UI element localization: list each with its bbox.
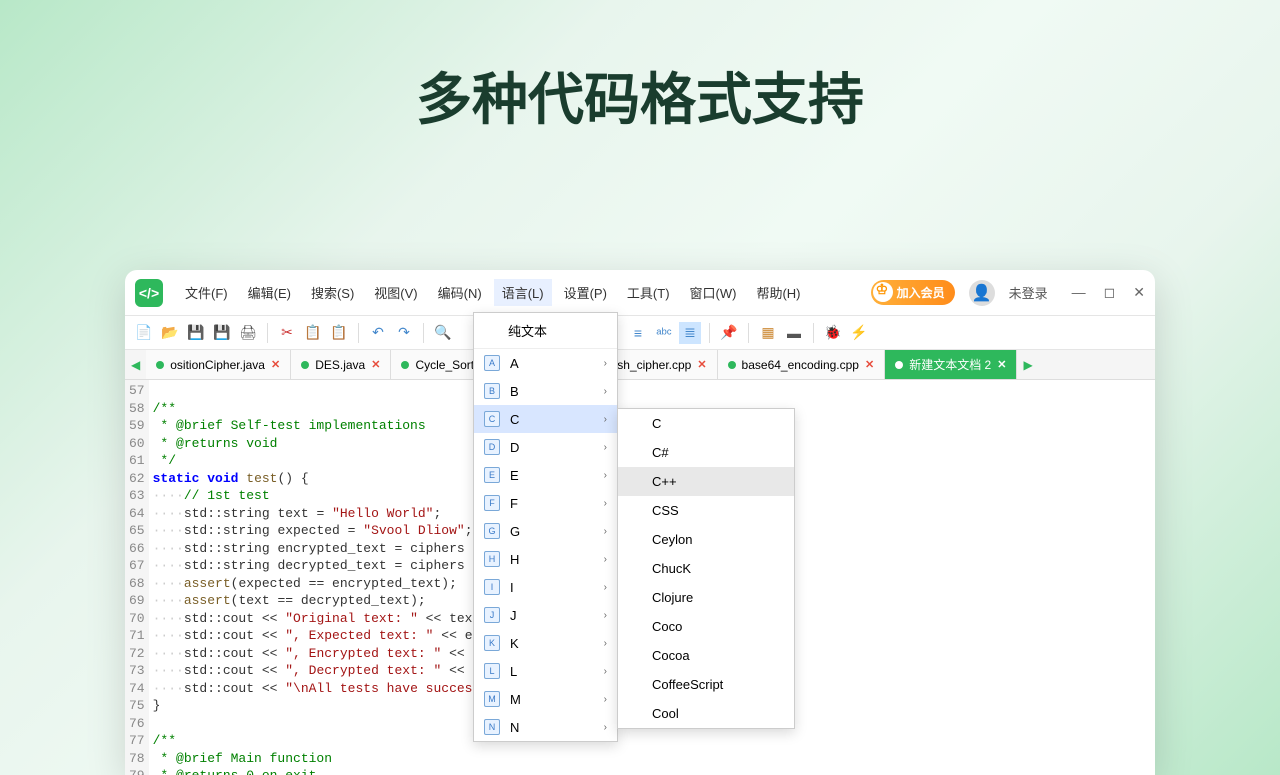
abc-icon[interactable]: ᵃᵇᶜ: [653, 322, 675, 344]
language-option[interactable]: CoffeeScript: [618, 670, 794, 699]
menu-item[interactable]: 编辑(E): [240, 279, 299, 306]
bug-icon[interactable]: 🐞: [822, 322, 844, 344]
menu-item[interactable]: 文件(F): [177, 279, 236, 306]
language-letter-I[interactable]: II›: [474, 573, 617, 601]
tabbar: ◀ ositionCipher.java✕DES.java✕Cycle_Sort…: [125, 350, 1155, 380]
menubar: 文件(F)编辑(E)搜索(S)视图(V)编码(N)语言(L)设置(P)工具(T)…: [177, 279, 809, 306]
language-option[interactable]: Clojure: [618, 583, 794, 612]
language-letter-C[interactable]: CC›: [474, 405, 617, 433]
avatar-icon[interactable]: 👤: [969, 280, 995, 306]
menu-item[interactable]: 编码(N): [430, 279, 490, 306]
menu-item[interactable]: 搜索(S): [303, 279, 362, 306]
save-all-icon[interactable]: 💾: [211, 322, 233, 344]
redo-icon[interactable]: ↷: [393, 322, 415, 344]
login-status[interactable]: 未登录: [1009, 283, 1048, 302]
language-option[interactable]: CSS: [618, 496, 794, 525]
language-menu: 纯文本 AA›BB›CC›DD›EE›FF›GG›HH›II›JJ›KK›LL›…: [473, 312, 618, 742]
tab-close-icon[interactable]: ✕: [697, 358, 706, 371]
tab-close-icon[interactable]: ✕: [271, 358, 280, 371]
language-letter-N[interactable]: NN›: [474, 713, 617, 741]
indent-icon[interactable]: ≣: [679, 322, 701, 344]
tab[interactable]: 新建文本文档 2✕: [885, 350, 1017, 379]
language-letter-M[interactable]: MM›: [474, 685, 617, 713]
paste-icon[interactable]: 📋: [328, 322, 350, 344]
save-icon[interactable]: 💾: [185, 322, 207, 344]
maximize-button[interactable]: ◻: [1104, 284, 1116, 301]
hero-title: 多种代码格式支持: [0, 55, 1280, 136]
tab-scroll-right[interactable]: ▶: [1017, 350, 1038, 379]
minimize-button[interactable]: —: [1072, 284, 1086, 301]
toolbar: 📄📂💾💾🖨✂📋📋↶↷🔍≡ᵃᵇᶜ≣📌▦▬🐞⚡: [125, 316, 1155, 350]
cut-icon[interactable]: ✂: [276, 322, 298, 344]
tab[interactable]: DES.java✕: [291, 350, 391, 379]
language-letter-L[interactable]: LL›: [474, 657, 617, 685]
close-button[interactable]: ✕: [1133, 284, 1145, 301]
open-icon[interactable]: 📂: [159, 322, 181, 344]
line-gutter: 57 58 59 60 61 62 63 64 65 66 67 68 69 7…: [125, 380, 149, 775]
language-option[interactable]: C: [618, 409, 794, 438]
list-icon[interactable]: ≡: [627, 322, 649, 344]
language-option[interactable]: Cool: [618, 699, 794, 728]
language-option[interactable]: C++: [618, 467, 794, 496]
copy-icon[interactable]: 📋: [302, 322, 324, 344]
language-option[interactable]: Coco: [618, 612, 794, 641]
tab[interactable]: base64_encoding.cpp✕: [718, 350, 886, 379]
new-file-icon[interactable]: 📄: [133, 322, 155, 344]
language-letter-J[interactable]: JJ›: [474, 601, 617, 629]
titlebar: </> 文件(F)编辑(E)搜索(S)视图(V)编码(N)语言(L)设置(P)工…: [125, 270, 1155, 316]
tab[interactable]: ositionCipher.java✕: [146, 350, 291, 379]
code-area[interactable]: /** * @brief Self-test implementations *…: [149, 380, 473, 775]
language-option[interactable]: C#: [618, 438, 794, 467]
menu-item[interactable]: 语言(L): [494, 279, 552, 306]
print-icon[interactable]: 🖨: [237, 322, 259, 344]
language-plain-text[interactable]: 纯文本: [474, 313, 617, 349]
language-letter-A[interactable]: AA›: [474, 349, 617, 377]
tab-close-icon[interactable]: ✕: [371, 358, 380, 371]
language-letter-H[interactable]: HH›: [474, 545, 617, 573]
language-option[interactable]: Cocoa: [618, 641, 794, 670]
menu-item[interactable]: 视图(V): [366, 279, 425, 306]
language-option[interactable]: ChucK: [618, 554, 794, 583]
language-letter-D[interactable]: DD›: [474, 433, 617, 461]
bolt-icon[interactable]: ⚡: [848, 322, 870, 344]
undo-icon[interactable]: ↶: [367, 322, 389, 344]
language-letter-F[interactable]: FF›: [474, 489, 617, 517]
language-letter-K[interactable]: KK›: [474, 629, 617, 657]
language-submenu-c: CC#C++CSSCeylonChucKClojureCocoCocoaCoff…: [617, 408, 795, 729]
pin-icon[interactable]: 📌: [718, 322, 740, 344]
language-letter-E[interactable]: EE›: [474, 461, 617, 489]
app-logo-icon: </>: [135, 279, 163, 307]
menu-item[interactable]: 窗口(W): [682, 279, 745, 306]
language-option[interactable]: Ceylon: [618, 525, 794, 554]
language-letter-G[interactable]: GG›: [474, 517, 617, 545]
language-letter-B[interactable]: BB›: [474, 377, 617, 405]
tab-close-icon[interactable]: ✕: [865, 358, 874, 371]
tab-close-icon[interactable]: ✕: [997, 358, 1006, 371]
menu-item[interactable]: 工具(T): [619, 279, 678, 306]
vip-button[interactable]: 加入会员: [871, 280, 955, 305]
app-window: </> 文件(F)编辑(E)搜索(S)视图(V)编码(N)语言(L)设置(P)工…: [125, 270, 1155, 775]
terminal-icon[interactable]: ▬: [783, 322, 805, 344]
zoom-in-icon[interactable]: 🔍: [432, 322, 454, 344]
grid-icon[interactable]: ▦: [757, 322, 779, 344]
menu-item[interactable]: 帮助(H): [748, 279, 808, 306]
tab-scroll-left[interactable]: ◀: [125, 350, 146, 379]
menu-item[interactable]: 设置(P): [556, 279, 615, 306]
